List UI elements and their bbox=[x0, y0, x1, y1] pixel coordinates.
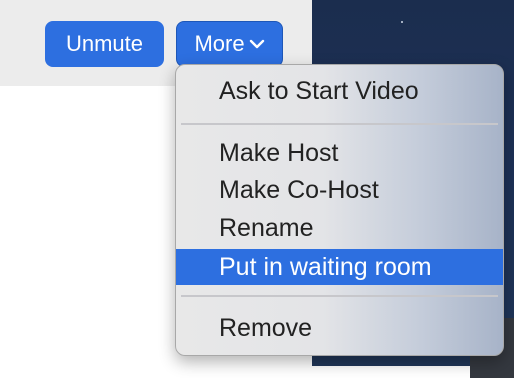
menu-separator bbox=[181, 123, 498, 125]
more-dropdown-menu: Ask to Start Video Make Host Make Co-Hos… bbox=[175, 64, 504, 356]
menu-item-make-host[interactable]: Make Host bbox=[176, 135, 503, 171]
menu-item-label: Make Co-Host bbox=[219, 176, 379, 204]
menu-item-label: Ask to Start Video bbox=[219, 77, 419, 105]
menu-item-label: Rename bbox=[219, 214, 314, 242]
unmute-button[interactable]: Unmute bbox=[45, 21, 164, 67]
menu-separator bbox=[181, 295, 498, 297]
menu-item-label: Make Host bbox=[219, 139, 339, 167]
menu-item-label: Remove bbox=[219, 314, 313, 342]
menu-item-remove[interactable]: Remove bbox=[176, 310, 503, 346]
menu-item-ask-to-start-video[interactable]: Ask to Start Video bbox=[176, 73, 503, 109]
menu-item-rename[interactable]: Rename bbox=[176, 210, 503, 246]
unmute-button-label: Unmute bbox=[65, 31, 144, 56]
background-star bbox=[401, 21, 403, 23]
more-button-label: More bbox=[194, 31, 245, 56]
menu-item-make-co-host[interactable]: Make Co-Host bbox=[176, 172, 503, 208]
more-button[interactable]: More bbox=[176, 21, 283, 67]
menu-item-label: Put in waiting room bbox=[219, 253, 432, 281]
menu-item-put-in-waiting-room[interactable]: Put in waiting room bbox=[176, 249, 503, 285]
chevron-down-icon bbox=[249, 39, 264, 49]
